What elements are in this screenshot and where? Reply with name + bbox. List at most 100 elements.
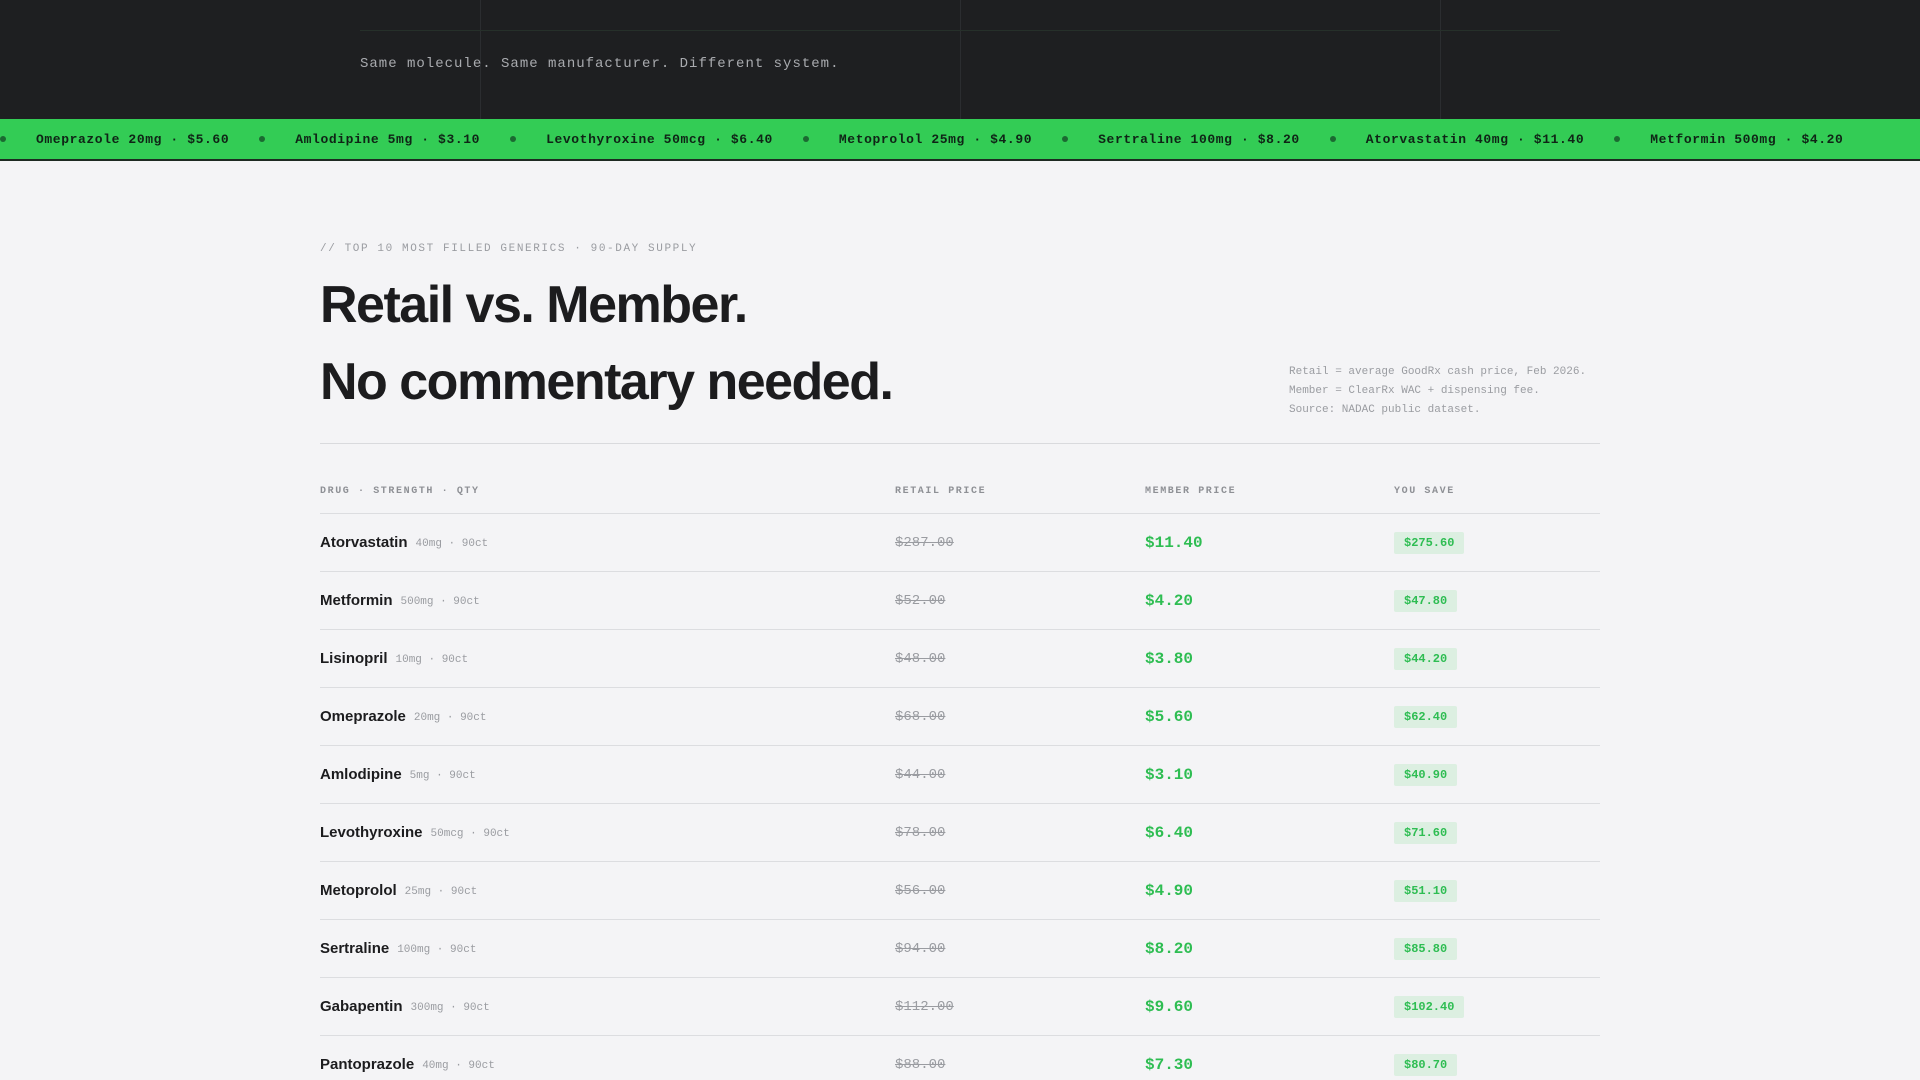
retail-price: $88.00 (895, 1056, 946, 1073)
retail-cell: $52.00 (895, 572, 945, 629)
member-price: $8.20 (1145, 939, 1194, 958)
retail-cell: $287.00 (895, 514, 954, 571)
member-price: $7.30 (1145, 1055, 1194, 1074)
drug-strength-qty: 300mg · 90ct (410, 1001, 490, 1014)
savings-cell: $44.20 (1394, 630, 1458, 687)
member-cell: $11.40 (1145, 514, 1203, 571)
hero-banner: Same molecule. Same manufacturer. Differ… (0, 0, 1920, 119)
drug-cell: Sertraline 100mg · 90ct (320, 920, 476, 977)
drug-name: Sertraline (320, 940, 390, 957)
ticker-separator-dot (259, 136, 266, 142)
drug-name: Levothyroxine (320, 824, 423, 841)
savings-cell: $85.80 (1394, 920, 1458, 977)
drug-name: Pantoprazole (320, 1056, 415, 1073)
ticker-separator-dot (510, 136, 517, 142)
page-title-line-1: Retail vs. Member. (320, 276, 748, 334)
retail-price: $56.00 (895, 882, 946, 899)
price-table: DRUG · STRENGTH · QTY RETAIL PRICE MEMBE… (320, 479, 1600, 1080)
price-ticker: Omeprazole 20mg · $5.60 Amlodipine 5mg · … (0, 119, 1920, 161)
retail-price: $44.00 (895, 766, 946, 783)
savings-badge: $40.90 (1394, 763, 1458, 786)
section-divider (320, 443, 1600, 444)
table-row: Amlodipine 5mg · 90ct $44.00 $3.10 $40.90 (320, 746, 1600, 804)
retail-cell: $88.00 (895, 1036, 945, 1080)
member-price: $9.60 (1145, 997, 1194, 1016)
hero-tagline: Same molecule. Same manufacturer. Differ… (360, 56, 840, 72)
member-price: $11.40 (1145, 533, 1203, 552)
ticker-separator-dot (0, 136, 6, 142)
ticker-item: Metoprolol 25mg · $4.90 (838, 131, 1033, 147)
member-price: $6.40 (1145, 823, 1194, 842)
ticker-separator-dot (1329, 136, 1336, 142)
drug-strength-qty: 20mg · 90ct (413, 711, 487, 724)
retail-cell: $44.00 (895, 746, 945, 803)
savings-badge: $47.80 (1394, 589, 1458, 612)
table-row: Gabapentin 300mg · 90ct $112.00 $9.60 $102.4… (320, 978, 1600, 1036)
member-cell: $7.30 (1145, 1036, 1193, 1080)
table-row: Metoprolol 25mg · 90ct $56.00 $4.90 $51.10 (320, 862, 1600, 920)
member-price: $3.10 (1145, 765, 1194, 784)
savings-cell: $102.40 (1394, 978, 1465, 1035)
retail-cell: $68.00 (895, 688, 945, 745)
table-row: Levothyroxine 50mcg · 90ct $78.00 $6.40 $71.… (320, 804, 1600, 862)
savings-cell: $62.40 (1394, 688, 1458, 745)
table-row: Sertraline 100mg · 90ct $94.00 $8.20 $85.80 (320, 920, 1600, 978)
drug-name: Amlodipine (320, 766, 402, 783)
drug-strength-qty: 40mg · 90ct (415, 537, 489, 550)
savings-badge: $102.40 (1394, 995, 1465, 1018)
drug-strength-qty: 40mg · 90ct (422, 1059, 495, 1072)
member-price: $4.20 (1145, 591, 1194, 610)
member-price: $3.80 (1145, 649, 1194, 668)
table-body: Atorvastatin 40mg · 90ct $287.00 $11.40 $275… (320, 514, 1600, 1080)
retail-cell: $94.00 (895, 920, 945, 977)
ticker-item: Levothyroxine 50mcg · $6.40 (546, 131, 773, 147)
savings-cell: $71.60 (1394, 804, 1458, 861)
member-price: $4.90 (1145, 881, 1194, 900)
table-row: Metformin 500mg · 90ct $52.00 $4.20 $47.80 (320, 572, 1600, 630)
methodology-line: Source: NADAC public dataset. (1289, 404, 1481, 416)
member-cell: $5.60 (1145, 688, 1193, 745)
retail-cell: $56.00 (895, 862, 945, 919)
ticker-item: Atorvastatin 40mg · $11.40 (1365, 131, 1585, 147)
retail-price: $52.00 (895, 592, 946, 609)
member-price: $5.60 (1145, 707, 1194, 726)
grid-line (360, 30, 1560, 31)
retail-price: $78.00 (895, 824, 946, 841)
drug-cell: Metformin 500mg · 90ct (320, 572, 480, 629)
grid-line (960, 0, 961, 119)
methodology-line: Member = ClearRx WAC + dispensing fee. (1289, 385, 1540, 397)
drug-cell: Metoprolol 25mg · 90ct (320, 862, 477, 919)
ticker-item: Sertraline 100mg · $8.20 (1098, 131, 1300, 147)
savings-cell: $47.80 (1394, 572, 1458, 629)
column-header-member: MEMBER PRICE (1145, 486, 1237, 497)
column-header-save: YOU SAVE (1394, 486, 1455, 497)
drug-cell: Atorvastatin 40mg · 90ct (320, 514, 488, 571)
drug-name: Omeprazole (320, 708, 406, 725)
drug-strength-qty: 100mg · 90ct (397, 943, 477, 956)
ticker-separator-dot (1062, 136, 1069, 142)
drug-name: Gabapentin (320, 998, 403, 1015)
savings-badge: $80.70 (1394, 1053, 1458, 1076)
drug-strength-qty: 500mg · 90ct (400, 595, 480, 608)
table-row: Lisinopril 10mg · 90ct $48.00 $3.80 $44.20 (320, 630, 1600, 688)
table-row: Omeprazole 20mg · 90ct $68.00 $5.60 $62.40 (320, 688, 1600, 746)
retail-price: $287.00 (895, 534, 954, 551)
savings-badge: $44.20 (1394, 647, 1458, 670)
drug-cell: Levothyroxine 50mcg · 90ct (320, 804, 510, 861)
methodology-line: Retail = average GoodRx cash price, Feb … (1289, 366, 1587, 378)
retail-cell: $48.00 (895, 630, 945, 687)
table-row: Atorvastatin 40mg · 90ct $287.00 $11.40 $275… (320, 514, 1600, 572)
drug-name: Atorvastatin (320, 534, 408, 551)
savings-badge: $51.10 (1394, 879, 1458, 902)
retail-cell: $112.00 (895, 978, 954, 1035)
member-cell: $6.40 (1145, 804, 1193, 861)
member-cell: $3.10 (1145, 746, 1193, 803)
table-header: DRUG · STRENGTH · QTY RETAIL PRICE MEMBE… (320, 479, 1600, 514)
retail-cell: $78.00 (895, 804, 945, 861)
ticker-item: Amlodipine 5mg · $3.10 (295, 131, 481, 147)
member-cell: $3.80 (1145, 630, 1193, 687)
drug-cell: Omeprazole 20mg · 90ct (320, 688, 487, 745)
section-eyebrow: // TOP 10 MOST FILLED GENERICS · 90-DAY … (320, 243, 698, 255)
ticker-item: Metformin 500mg · $4.20 (1650, 131, 1844, 147)
ticker-item: Omeprazole 20mg · $5.60 (36, 131, 230, 147)
